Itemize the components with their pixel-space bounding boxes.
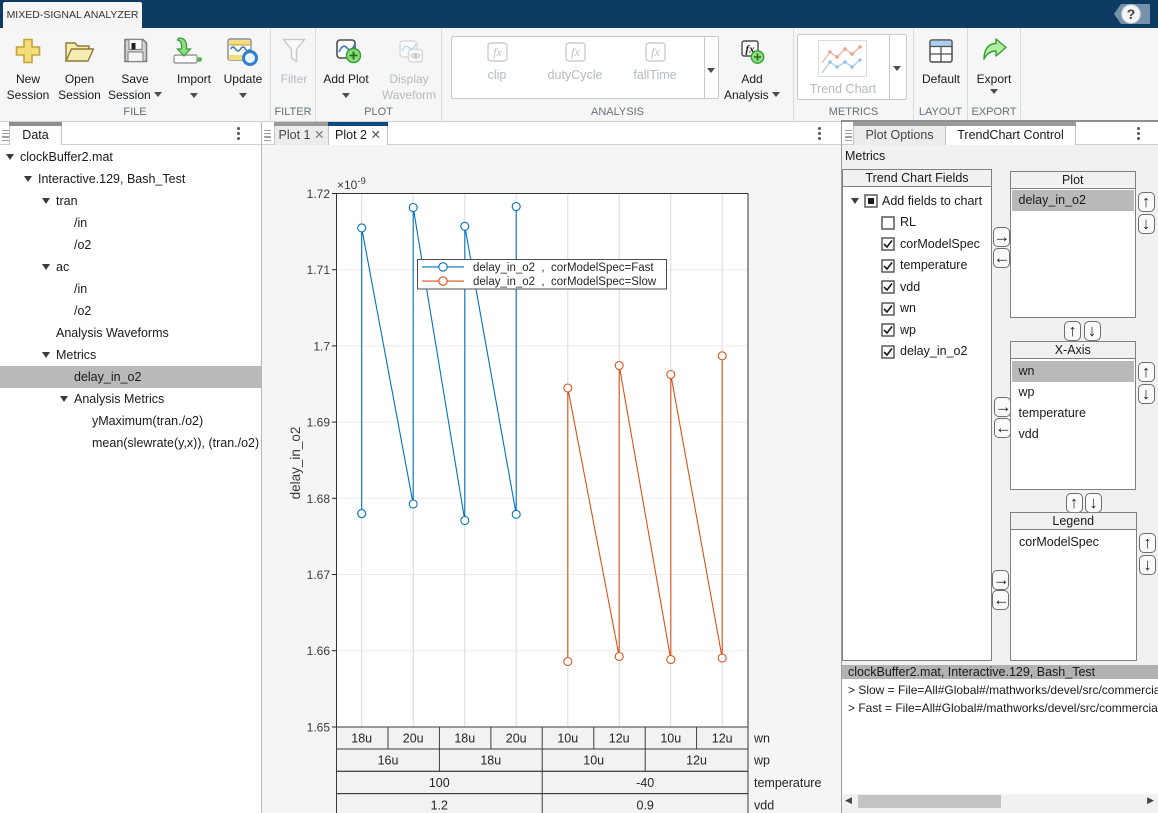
svg-text:wn: wn <box>753 732 770 746</box>
svg-text:1.67: 1.67 <box>307 568 331 582</box>
svg-text:fx: fx <box>651 45 660 59</box>
svg-text:?: ? <box>1127 6 1136 22</box>
svg-text:12u: 12u <box>686 754 707 768</box>
svg-text:20u: 20u <box>506 732 527 746</box>
svg-text:fx: fx <box>493 45 502 59</box>
svg-text:18u: 18u <box>454 732 475 746</box>
svg-text:16u: 16u <box>378 754 399 768</box>
svg-text:18u: 18u <box>351 732 372 746</box>
svg-text:delay_in_o2: delay_in_o2 <box>288 427 303 500</box>
svg-text:18u: 18u <box>480 754 501 768</box>
svg-text:0.9: 0.9 <box>637 798 654 812</box>
svg-text:1.2: 1.2 <box>431 798 448 812</box>
svg-text:1.71: 1.71 <box>307 263 331 277</box>
svg-text:1.66: 1.66 <box>307 644 331 658</box>
svg-text:-40: -40 <box>636 776 654 790</box>
svg-text:1.69: 1.69 <box>307 416 331 430</box>
svg-text:10u: 10u <box>660 732 681 746</box>
svg-text:100: 100 <box>429 776 450 790</box>
svg-text:delay_in_o2 , corModelSpec=F: delay_in_o2 , corModelSpec=Fast <box>473 262 654 274</box>
svg-text:20u: 20u <box>403 732 424 746</box>
svg-text:10u: 10u <box>583 754 604 768</box>
svg-text:1.7: 1.7 <box>313 339 330 353</box>
svg-text:1.68: 1.68 <box>307 492 331 506</box>
svg-text:12u: 12u <box>712 732 733 746</box>
svg-text:vdd: vdd <box>754 798 774 812</box>
svg-text:1.65: 1.65 <box>307 721 331 735</box>
svg-text:delay_in_o2 , corModelSpec=S: delay_in_o2 , corModelSpec=Slow <box>473 276 657 288</box>
svg-text:fx: fx <box>571 45 580 59</box>
svg-text:12u: 12u <box>609 732 630 746</box>
svg-text:wp: wp <box>753 754 770 768</box>
svg-text:temperature: temperature <box>754 776 821 790</box>
svg-text:10u: 10u <box>557 732 578 746</box>
svg-text:1.72: 1.72 <box>307 187 331 201</box>
